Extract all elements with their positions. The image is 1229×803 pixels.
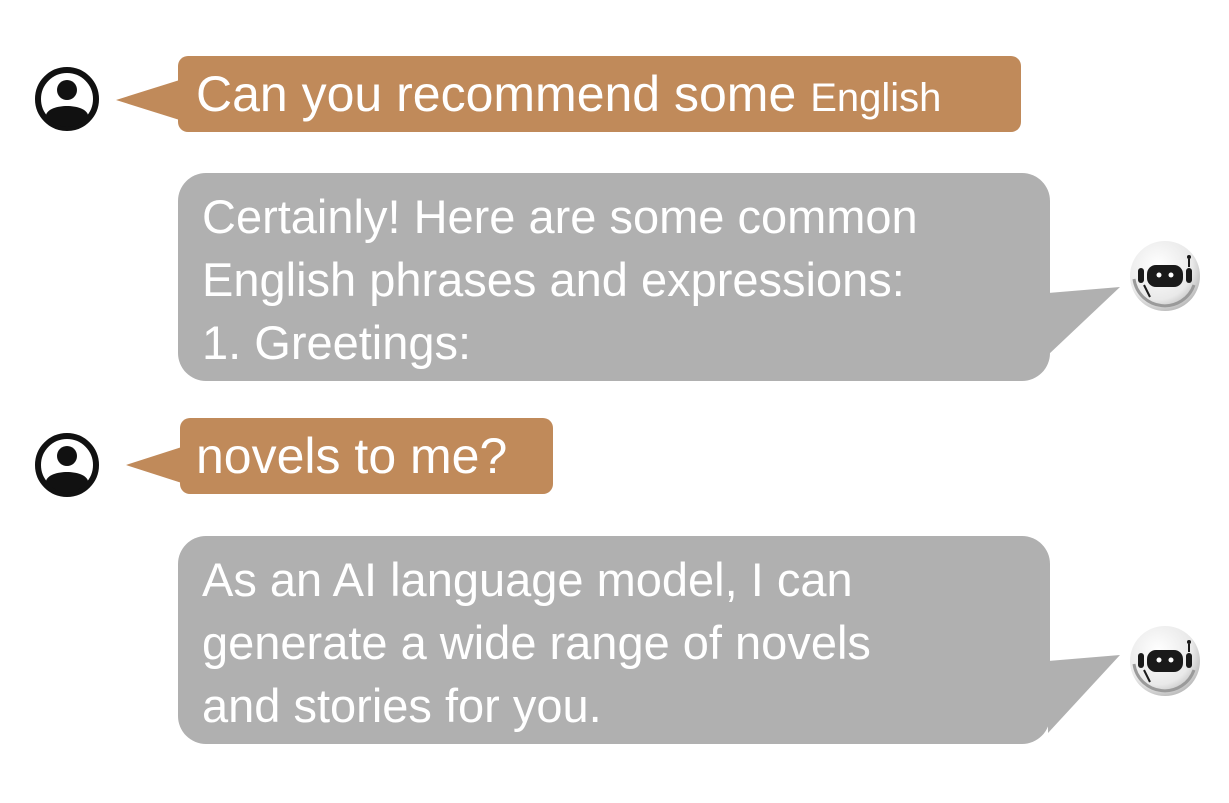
assistant-message-line: Certainly! Here are some common (202, 190, 918, 243)
assistant-message-line: and stories for you. (202, 679, 602, 732)
user-message-small-text: English (810, 76, 942, 120)
user-bubble-tail (116, 78, 186, 122)
user-icon (35, 67, 99, 131)
user-avatar (34, 66, 100, 132)
robot-icon (1130, 241, 1200, 311)
user-message-text: novels to me? (196, 428, 508, 484)
assistant-message-line: As an AI language model, I can (202, 553, 853, 606)
assistant-message-bubble: Certainly! Here are some common English … (178, 173, 1050, 381)
assistant-bubble-tail (1048, 655, 1120, 733)
assistant-message-bubble: As an AI language model, I can generate … (178, 536, 1050, 744)
user-avatar (34, 432, 100, 498)
assistant-message-line: 1. Greetings: (202, 316, 472, 369)
user-bubble-tail (126, 445, 188, 485)
user-message-text: Can you recommend some English (196, 67, 941, 125)
user-icon (35, 433, 99, 497)
assistant-avatar (1126, 237, 1204, 315)
user-message-bubble: Can you recommend some English (178, 56, 1021, 132)
robot-icon (1130, 626, 1200, 696)
assistant-message-line: generate a wide range of novels (202, 616, 871, 669)
assistant-bubble-tail (1048, 287, 1120, 355)
assistant-message-line: English phrases and expressions: (202, 253, 905, 306)
user-message-main-text: Can you recommend some (196, 66, 797, 122)
assistant-avatar (1126, 622, 1204, 700)
user-message-bubble: novels to me? (180, 418, 553, 494)
